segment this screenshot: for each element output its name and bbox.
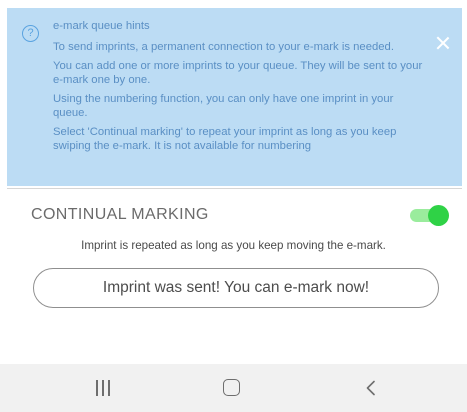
- toggle-thumb: [428, 205, 449, 226]
- hint-paragraph: Using the numbering function, you can on…: [53, 93, 394, 119]
- hints-body: e-mark queue hints To send imprints, a p…: [53, 20, 425, 159]
- hint-paragraph: Select 'Continual marking' to repeat you…: [53, 126, 397, 152]
- home-icon[interactable]: [223, 379, 240, 396]
- back-icon[interactable]: [363, 380, 379, 396]
- close-icon[interactable]: [436, 36, 450, 50]
- android-nav-bar: [0, 364, 467, 412]
- continual-marking-description: Imprint is repeated as long as you keep …: [81, 239, 386, 252]
- queue-hints-panel: ? e-mark queue hints To send imprints, a…: [7, 8, 462, 186]
- status-message-button[interactable]: Imprint was sent! You can e-mark now!: [33, 268, 439, 308]
- continual-marking-toggle[interactable]: [410, 205, 449, 226]
- continual-marking-label: CONTINUAL MARKING: [31, 206, 209, 223]
- hint-paragraph: You can add one or more imprints to your…: [53, 60, 423, 86]
- hints-title: e-mark queue hints: [53, 20, 150, 32]
- divider: [7, 188, 462, 189]
- recents-icon[interactable]: [95, 380, 111, 396]
- question-circle-icon: ?: [22, 25, 39, 42]
- hint-paragraph: To send imprints, a permanent connection…: [53, 40, 394, 53]
